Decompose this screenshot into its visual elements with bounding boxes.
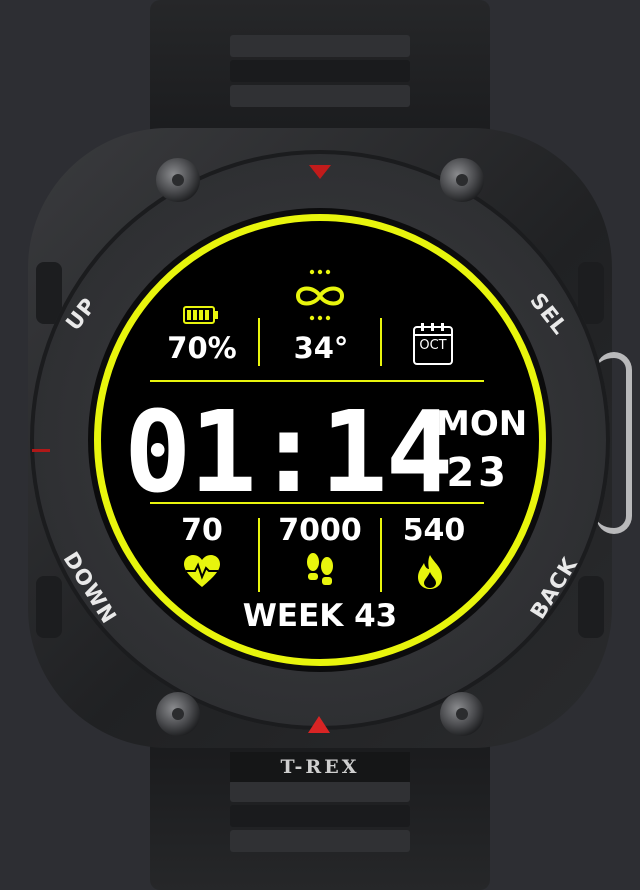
infinity-icon bbox=[295, 269, 345, 321]
down-button[interactable] bbox=[36, 576, 62, 638]
screw-icon bbox=[440, 158, 484, 202]
brand-plate: T-REX bbox=[230, 752, 410, 782]
flame-icon bbox=[418, 555, 442, 589]
divider bbox=[258, 318, 260, 366]
bottom-marker-icon bbox=[308, 716, 330, 733]
temperature: 34° bbox=[293, 331, 349, 365]
day-of-month: 23 bbox=[446, 450, 510, 496]
screw-icon bbox=[156, 692, 200, 736]
strap-rib bbox=[230, 830, 410, 852]
divider bbox=[258, 518, 260, 592]
steps-value: 7000 bbox=[278, 513, 362, 548]
calories-value: 540 bbox=[402, 513, 466, 548]
back-button[interactable] bbox=[578, 576, 604, 638]
screw-icon bbox=[440, 692, 484, 736]
divider bbox=[380, 318, 382, 366]
strap-rib bbox=[230, 60, 410, 82]
calendar-month: OCT bbox=[419, 338, 447, 353]
time-display: 01:14 bbox=[124, 388, 453, 518]
screw-icon bbox=[156, 158, 200, 202]
strap-rib bbox=[230, 780, 410, 802]
top-marker-icon bbox=[309, 165, 331, 179]
battery-icon bbox=[183, 306, 218, 324]
divider bbox=[150, 380, 484, 382]
heart-rate-icon bbox=[184, 555, 220, 587]
divider bbox=[380, 518, 382, 592]
strap-rib bbox=[230, 85, 410, 107]
heart-rate-value: 70 bbox=[181, 513, 223, 548]
footsteps-icon bbox=[307, 553, 333, 585]
weekday: MON bbox=[436, 404, 528, 444]
divider bbox=[150, 502, 484, 504]
nine-oclock-tick bbox=[32, 449, 50, 452]
strap-rib bbox=[230, 805, 410, 827]
week-number: WEEK 43 bbox=[242, 598, 398, 634]
battery-percent: 70% bbox=[167, 331, 237, 365]
strap-rib bbox=[230, 35, 410, 57]
